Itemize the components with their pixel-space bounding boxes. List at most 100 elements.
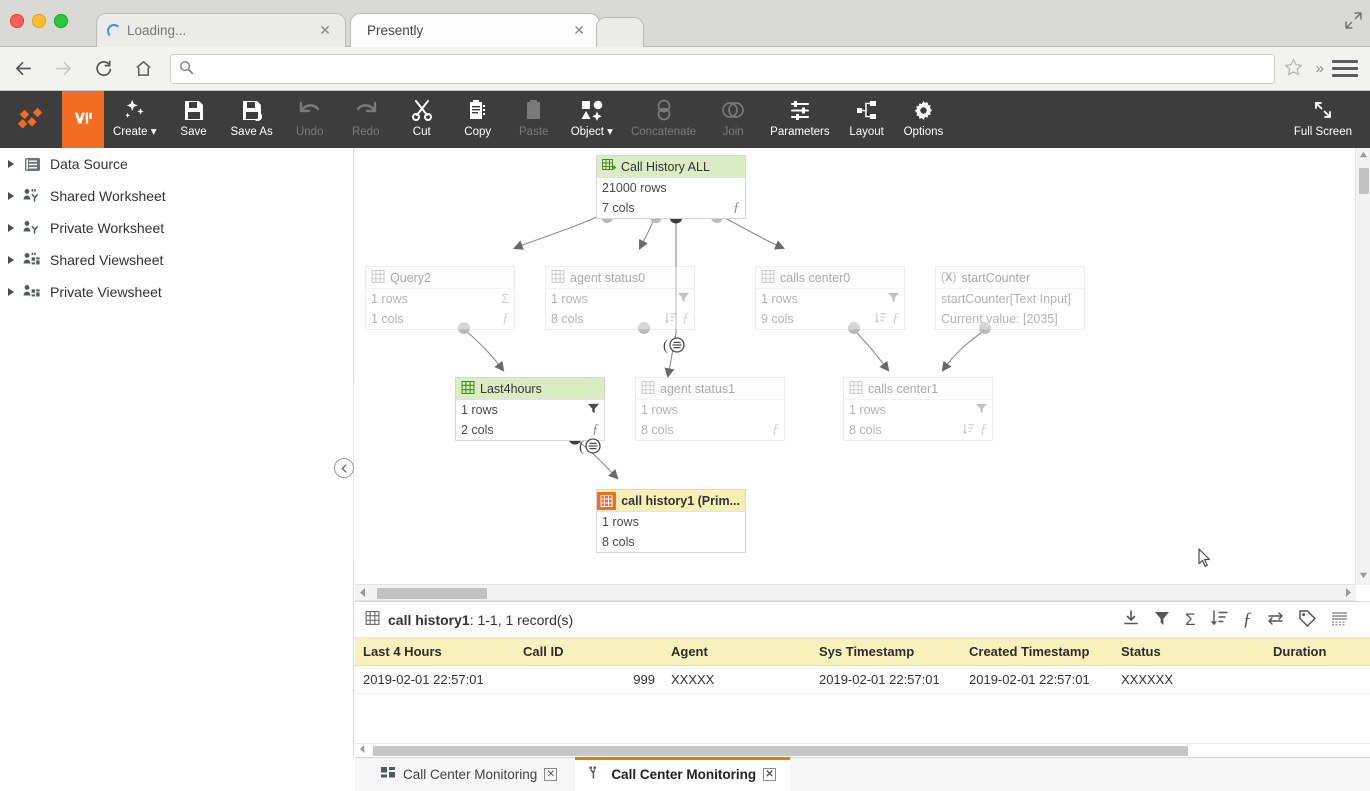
scroll-left-arrow-icon[interactable] bbox=[359, 587, 367, 601]
reload-button[interactable] bbox=[86, 52, 120, 86]
home-button[interactable] bbox=[126, 52, 160, 86]
sheet-tab-close-icon[interactable]: ✕ bbox=[763, 768, 777, 781]
formula-icon[interactable]: ƒ bbox=[502, 311, 509, 327]
node-query2[interactable]: Query2 1 rows Σ 1 cols ƒ bbox=[365, 266, 515, 330]
toolbar-parameters-button[interactable]: Parameters bbox=[761, 91, 838, 148]
sum-icon[interactable]: Σ bbox=[501, 292, 509, 306]
sidebar-item-private-worksheet[interactable]: Private Worksheet bbox=[0, 212, 353, 244]
sort-icon[interactable] bbox=[1210, 610, 1228, 629]
toolbar-layout-button[interactable]: Layout bbox=[839, 91, 895, 148]
column-header-created-timestamp[interactable]: Created Timestamp bbox=[961, 638, 1113, 666]
browser-tab-close-icon[interactable]: ✕ bbox=[315, 22, 335, 39]
bookmark-star-icon[interactable] bbox=[1283, 57, 1304, 81]
expand-triangle-icon[interactable] bbox=[8, 288, 14, 296]
node-agent-status1[interactable]: agent status1 1 rows 8 cols ƒ bbox=[635, 377, 785, 441]
column-header-last-4-hours[interactable]: Last 4 Hours bbox=[355, 638, 515, 666]
formula-icon[interactable]: ƒ bbox=[980, 422, 987, 438]
worksheet-mode-button[interactable] bbox=[62, 91, 104, 148]
worksheet-canvas[interactable]: Call History ALL 21000 rows 7 cols ƒ Que… bbox=[355, 148, 1370, 584]
back-button[interactable] bbox=[6, 52, 40, 86]
minimize-window-button[interactable] bbox=[32, 14, 46, 28]
column-header-sys-timestamp[interactable]: Sys Timestamp bbox=[811, 638, 961, 666]
toolbar-object-button[interactable]: Object ▾ bbox=[562, 91, 622, 148]
formula-icon[interactable]: ƒ bbox=[1243, 609, 1253, 631]
table-row[interactable]: 2019-02-01 22:57:01 999 XXXXX 2019-02-01… bbox=[355, 665, 1370, 694]
address-input[interactable] bbox=[202, 61, 1266, 76]
expand-triangle-icon[interactable] bbox=[8, 160, 14, 168]
expand-window-icon[interactable] bbox=[1345, 12, 1362, 34]
scrollbar-thumb[interactable] bbox=[377, 588, 487, 599]
browser-tab-loading[interactable]: Loading... ✕ bbox=[96, 13, 346, 47]
formula-icon[interactable]: ƒ bbox=[733, 200, 740, 216]
sort-icon[interactable] bbox=[963, 423, 975, 437]
scroll-down-arrow-icon[interactable] bbox=[1359, 571, 1368, 583]
overflow-chevrons[interactable]: » bbox=[1308, 60, 1332, 77]
maximize-window-button[interactable] bbox=[54, 14, 68, 28]
filter-icon[interactable] bbox=[678, 292, 689, 306]
toolbar-create-button[interactable]: Create ▾ bbox=[104, 91, 166, 148]
scroll-right-arrow-icon[interactable] bbox=[1344, 587, 1352, 601]
sort-icon[interactable] bbox=[665, 312, 677, 326]
swap-arrows-icon[interactable] bbox=[1267, 611, 1284, 628]
sort-icon[interactable] bbox=[875, 312, 887, 326]
app-logo-icon[interactable] bbox=[0, 91, 62, 148]
canvas-vertical-scrollbar[interactable] bbox=[1355, 148, 1370, 585]
browser-menu-button[interactable] bbox=[1332, 60, 1358, 77]
node-calls-center1[interactable]: calls center1 1 rows 8 cols ƒ bbox=[843, 377, 993, 441]
toolbar-item-label: Undo bbox=[295, 126, 324, 138]
sum-icon[interactable]: Σ bbox=[1185, 610, 1196, 630]
node-call-history1[interactable]: call history1 (Prim... 1 rows 8 cols bbox=[596, 489, 746, 553]
toolbar-fullscreen-button[interactable]: Full Screen bbox=[1285, 91, 1370, 148]
toolbar-save-as-button[interactable]: Save As bbox=[222, 91, 282, 148]
node-call-history-all[interactable]: Call History ALL 21000 rows 7 cols ƒ bbox=[596, 155, 746, 219]
toolbar-cut-button[interactable]: Cut bbox=[394, 91, 450, 148]
sheet-tab-worksheet[interactable]: Call Center Monitoring ✕ bbox=[575, 757, 791, 791]
expand-triangle-icon[interactable] bbox=[8, 256, 14, 264]
node-calls-center0[interactable]: calls center0 1 rows 9 cols ƒ bbox=[755, 266, 905, 330]
address-bar[interactable] bbox=[170, 53, 1275, 84]
sheet-tab-close-icon[interactable]: ✕ bbox=[544, 768, 558, 781]
formula-icon[interactable]: ƒ bbox=[682, 311, 689, 327]
node-agent-status0[interactable]: agent status0 1 rows 8 cols ƒ bbox=[545, 266, 695, 330]
browser-tab-presently[interactable]: Presently ✕ bbox=[350, 13, 600, 47]
sidebar-item-data-source[interactable]: Data Source bbox=[0, 148, 353, 180]
expand-triangle-icon[interactable] bbox=[8, 192, 14, 200]
sheet-tab-viewsheet[interactable]: Call Center Monitoring ✕ bbox=[367, 758, 571, 791]
node-last4hours[interactable]: Last4hours 1 rows 2 cols ƒ bbox=[455, 377, 605, 441]
data-panel-horizontal-scrollbar[interactable] bbox=[355, 743, 1370, 757]
toolbar-save-button[interactable]: Save bbox=[166, 91, 222, 148]
canvas-horizontal-scrollbar[interactable] bbox=[355, 584, 1356, 601]
list-view-icon[interactable] bbox=[1331, 611, 1348, 629]
new-tab-button[interactable] bbox=[596, 17, 644, 47]
column-header-agent[interactable]: Agent bbox=[663, 638, 811, 666]
tag-icon[interactable] bbox=[1299, 609, 1316, 630]
column-header-status[interactable]: Status bbox=[1113, 638, 1265, 666]
close-window-button[interactable] bbox=[10, 14, 24, 28]
filter-icon[interactable] bbox=[888, 292, 899, 306]
scrollbar-thumb[interactable] bbox=[1359, 168, 1369, 194]
filter-icon[interactable] bbox=[1154, 610, 1170, 629]
search-icon bbox=[179, 60, 194, 78]
sidebar-collapse-button[interactable] bbox=[334, 458, 354, 478]
scroll-left-arrow-icon[interactable] bbox=[359, 744, 366, 757]
data-grid[interactable]: Last 4 Hours Call ID Agent Sys Timestamp… bbox=[355, 638, 1370, 694]
filter-icon[interactable] bbox=[976, 403, 987, 417]
column-header-duration[interactable]: Duration bbox=[1265, 638, 1370, 666]
sidebar-item-shared-viewsheet[interactable]: Shared Viewsheet bbox=[0, 244, 353, 276]
filter-icon[interactable] bbox=[588, 403, 599, 417]
formula-icon[interactable]: ƒ bbox=[892, 311, 899, 327]
formula-icon[interactable]: ƒ bbox=[772, 422, 779, 438]
node-start-counter[interactable]: (X) startCounter startCounter[Text Input… bbox=[935, 266, 1085, 330]
toolbar-copy-button[interactable]: Copy bbox=[450, 91, 506, 148]
edge-badge-concatenate-2[interactable]: ( bbox=[579, 436, 605, 459]
sidebar-item-shared-worksheet[interactable]: Shared Worksheet bbox=[0, 180, 353, 212]
sidebar-item-private-viewsheet[interactable]: Private Viewsheet bbox=[0, 276, 353, 308]
toolbar-options-button[interactable]: Options bbox=[895, 91, 953, 148]
scroll-up-arrow-icon[interactable] bbox=[1359, 150, 1368, 162]
edge-badge-concatenate-1[interactable]: ( bbox=[663, 335, 689, 358]
expand-triangle-icon[interactable] bbox=[8, 224, 14, 232]
download-icon[interactable] bbox=[1123, 610, 1139, 629]
scrollbar-thumb[interactable] bbox=[373, 746, 1188, 756]
column-header-call-id[interactable]: Call ID bbox=[515, 638, 663, 666]
browser-tab-close-icon[interactable]: ✕ bbox=[569, 22, 589, 39]
